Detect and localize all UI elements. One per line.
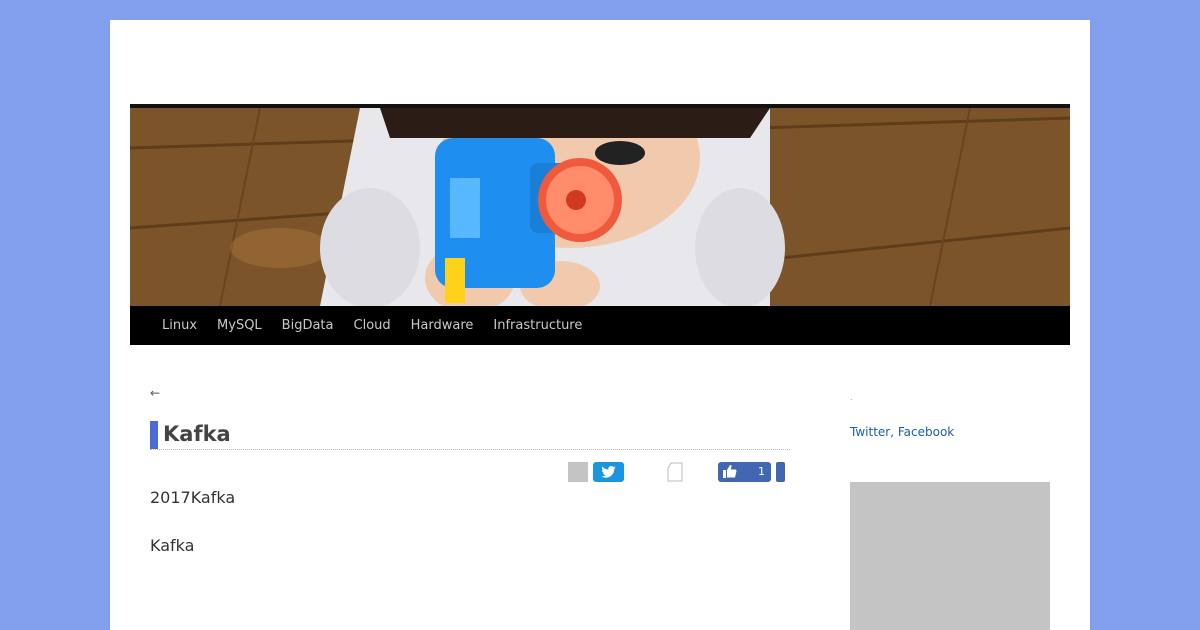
sidebar-ad-placeholder: [850, 482, 1050, 630]
thumbs-up-icon: [723, 465, 737, 478]
twitter-icon: [601, 466, 616, 478]
share-button-generic[interactable]: [568, 462, 588, 482]
sidebar-social-links[interactable]: Twitter, Facebook: [850, 425, 954, 439]
page-container: Linux MySQL BigData Cloud Hardware Infra…: [110, 20, 1090, 630]
bookmark-icon: [667, 462, 683, 482]
back-arrow-link[interactable]: ←: [150, 386, 160, 400]
twitter-share-button[interactable]: [593, 462, 624, 482]
bookmark-share-button[interactable]: [665, 462, 683, 482]
main-nav: Linux MySQL BigData Cloud Hardware Infra…: [130, 306, 1070, 345]
nav-item-hardware[interactable]: Hardware: [411, 318, 474, 333]
pocket-share-button[interactable]: [776, 462, 785, 482]
post-paragraph: 2017Kafka: [150, 488, 236, 507]
nav-item-bigdata[interactable]: BigData: [282, 318, 334, 333]
facebook-like-count: 1: [758, 465, 765, 478]
title-accent-bar: [150, 421, 158, 449]
nav-item-mysql[interactable]: MySQL: [217, 318, 262, 333]
nav-item-infrastructure[interactable]: Infrastructure: [493, 318, 582, 333]
facebook-like-button[interactable]: 1: [718, 462, 771, 482]
post-title: Kafka: [163, 422, 231, 446]
header-image: [130, 104, 1070, 306]
post-header: Kafka: [150, 421, 790, 450]
sidebar-text: .: [850, 393, 853, 402]
nav-item-cloud[interactable]: Cloud: [354, 318, 391, 333]
post-paragraph: Kafka: [150, 536, 195, 555]
nav-item-linux[interactable]: Linux: [162, 318, 197, 333]
